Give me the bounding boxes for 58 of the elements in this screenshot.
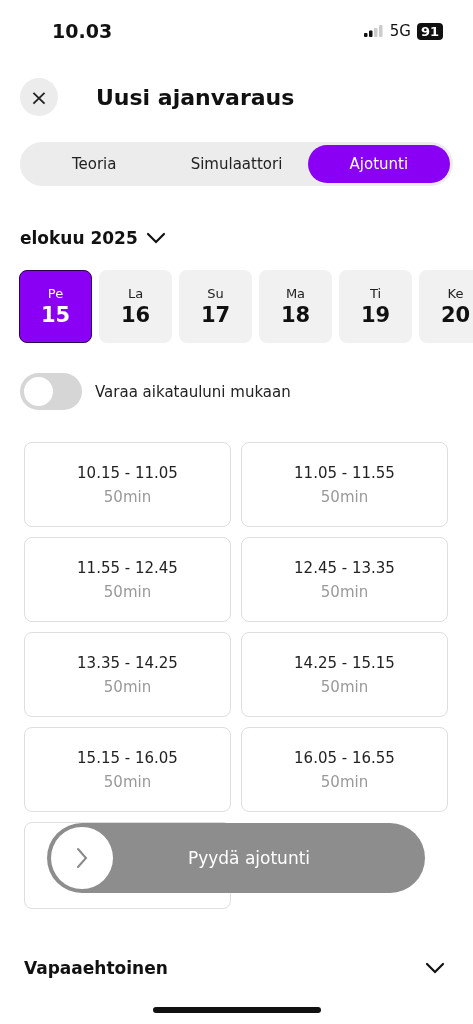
day-number: 16 [120,303,151,327]
chevron-icon [145,232,166,244]
day-number: 19 [360,303,391,327]
schedule-toggle[interactable] [20,373,82,410]
slot-time: 12.45 - 13.35 [294,558,395,577]
status-time: 10.03 [52,20,113,42]
chevron-right-icon [75,846,89,870]
time-slot[interactable]: 12.45 - 13.35 50min [241,537,448,622]
time-slot[interactable]: 11.05 - 11.55 50min [241,442,448,527]
day-number: 17 [200,303,231,327]
slot-duration: 50min [320,677,369,696]
network-label: 5G [389,22,411,40]
slot-duration: 50min [320,772,369,791]
time-slot[interactable]: 13.35 - 14.25 50min [24,632,231,717]
weekday-label: Su [207,286,224,301]
chevron-icon [425,962,445,974]
day-number: 20 [440,303,471,327]
slot-time: 15.15 - 16.05 [77,748,178,767]
slot-duration: 50min [103,487,152,506]
slot-time: 13.35 - 14.25 [77,653,178,672]
battery-level: 91 [416,22,443,40]
time-slot[interactable]: 11.55 - 12.45 50min [24,537,231,622]
slot-time: 11.55 - 12.45 [77,558,178,577]
slot-time: 10.15 - 11.05 [77,463,178,482]
weekday-label: La [127,286,144,301]
slot-time: 11.05 - 11.55 [294,463,395,482]
day-tile[interactable]: Su 17 [179,270,252,343]
day-tile[interactable]: Ke 20 [419,270,473,343]
slot-duration: 50min [320,487,369,506]
day-number: 18 [280,303,311,327]
weekday-label: Pe [47,286,64,301]
time-slot[interactable]: 15.15 - 16.05 50min [24,727,231,812]
weekday-label: Ma [285,286,306,301]
slot-duration: 50min [320,582,369,601]
tab[interactable]: Teoria [23,145,166,183]
slot-time: 16.05 - 16.55 [294,748,395,767]
time-slot[interactable]: 16.05 - 16.55 50min [241,727,448,812]
day-tile[interactable]: La 16 [99,270,172,343]
optional-section[interactable]: Vapaaehtoinen [24,958,445,978]
slot-duration: 50min [103,677,152,696]
slot-duration: 50min [103,582,152,601]
page-title: Uusi ajanvaraus [96,84,295,110]
time-slot[interactable]: 14.25 - 15.15 50min [241,632,448,717]
tab[interactable]: Ajotunti [307,145,450,183]
month-selector[interactable]: elokuu 2025 [20,228,166,248]
close-button[interactable]: × [20,78,58,116]
tab[interactable]: Simulaattori [165,145,308,183]
weekday-label: Ti [369,286,382,301]
day-tile[interactable]: Ma 18 [259,270,332,343]
toggle-label: Varaa aikatauluni mukaan [95,382,291,401]
time-slot[interactable]: 10.15 - 11.05 50min [24,442,231,527]
slot-duration: 50min [103,772,152,791]
slot-time: 14.25 - 15.15 [294,653,395,672]
day-tile[interactable]: Ti 19 [339,270,412,343]
weekday-label: Ke [447,286,464,301]
day-number: 15 [40,303,71,327]
day-tile[interactable]: Pe 15 [19,270,92,343]
signal-icon [363,25,384,37]
